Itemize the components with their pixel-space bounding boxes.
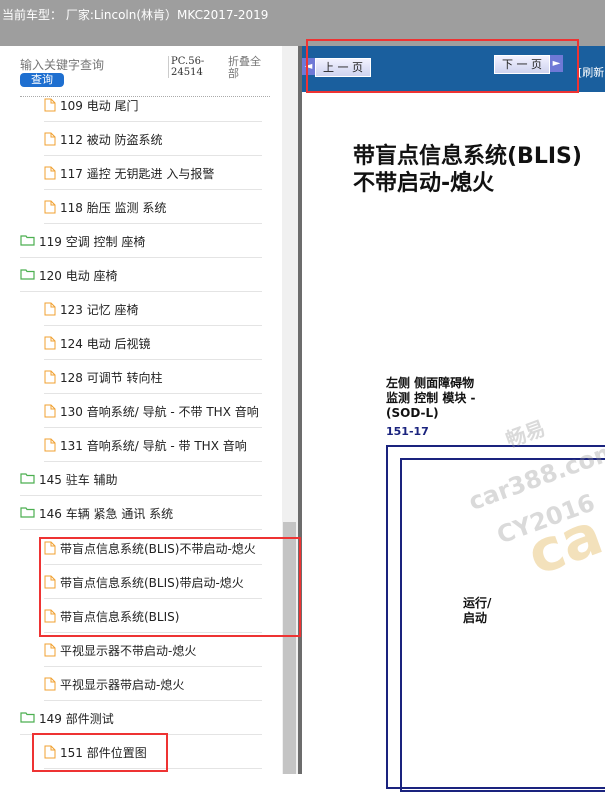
tree-item[interactable]: 118 胎压 监测 系统	[44, 190, 166, 224]
tree-item[interactable]: 112 被动 防盗系统	[44, 122, 163, 156]
tree-item-label: 109 电动 尾门	[60, 98, 139, 113]
tree-item[interactable]: 平视显示器带启动-熄火	[44, 667, 184, 701]
document-icon	[44, 404, 56, 418]
tree-item[interactable]: 149 部件测试	[20, 701, 114, 735]
highlight-box-location	[32, 733, 168, 772]
tree-item[interactable]: 119 空调 控制 座椅	[20, 224, 145, 258]
document-icon	[44, 200, 56, 214]
document-icon	[44, 336, 56, 350]
document-icon	[44, 132, 56, 146]
document-icon	[44, 370, 56, 384]
run-start-label-line2: 启动	[463, 611, 488, 625]
folder-icon	[20, 506, 35, 520]
tree-item-label: 117 遥控 无钥匙进 入与报警	[60, 166, 215, 181]
document-title-line2: 不带启动-熄火	[353, 171, 495, 196]
tree-item-label: 平视显示器不带启动-熄火	[60, 643, 197, 658]
document-icon	[44, 677, 56, 691]
document-icon	[44, 166, 56, 180]
tree-item[interactable]: 124 电动 后视镜	[44, 326, 151, 360]
module-label-line2: 监测 控制 模块 -	[386, 391, 476, 405]
tree-item-label: 145 驻车 辅助	[39, 472, 118, 487]
run-start-label: 运行/ 启动	[463, 596, 491, 626]
tree-item[interactable]: 平视显示器不带启动-熄火	[44, 633, 196, 667]
module-label-line1: 左侧 侧面障碍物	[386, 376, 475, 390]
tree-item-label: 149 部件测试	[39, 711, 114, 726]
tree-item-label: 118 胎压 监测 系统	[60, 200, 167, 215]
tree-item-label: 120 电动 座椅	[39, 268, 118, 283]
tree-item-label: 131 音响系统/ 导航 - 带 THX 音响	[60, 438, 247, 453]
document-icon	[44, 438, 56, 452]
search-input[interactable]	[20, 58, 160, 72]
tree-item-label: 124 电动 后视镜	[60, 336, 151, 351]
tree-item[interactable]: 117 遥控 无钥匙进 入与报警	[44, 156, 214, 190]
tree-item-label: 128 可调节 转向柱	[60, 370, 163, 385]
highlight-box-blis	[39, 537, 301, 637]
tree-item[interactable]: 120 电动 座椅	[20, 258, 118, 292]
document-title: 带盲点信息系统(BLIS) 不带启动-熄火	[353, 143, 582, 197]
document-title-line1: 带盲点信息系统(BLIS)	[353, 144, 582, 169]
document-icon	[44, 302, 56, 316]
module-label: 左侧 侧面障碍物 监测 控制 模块 - (SOD-L)	[386, 376, 476, 421]
search-button[interactable]: 查询	[20, 73, 64, 87]
folder-icon	[20, 268, 35, 282]
tree-item-label: 130 音响系统/ 导航 - 不带 THX 音响	[60, 404, 259, 419]
tree-item[interactable]: 109 电动 尾门	[44, 88, 139, 122]
refresh-link[interactable]: [刷新	[578, 64, 604, 80]
module-page-ref[interactable]: 151-17	[386, 425, 429, 438]
tree-separator	[20, 529, 262, 530]
tree-item-label: 119 空调 控制 座椅	[39, 234, 146, 249]
tree-item[interactable]: 145 驻车 辅助	[20, 462, 118, 496]
tree-item-label: 146 车辆 紧急 通讯 系统	[39, 506, 174, 521]
document-icon	[44, 643, 56, 657]
tree-item[interactable]: 128 可调节 转向柱	[44, 360, 163, 394]
tree-item-label: 123 记忆 座椅	[60, 302, 139, 317]
vehicle-title: 当前车型： 厂家:Lincoln(林肯）MKC2017-2019	[2, 8, 269, 22]
tree-item[interactable]: 131 音响系统/ 导航 - 带 THX 音响	[44, 428, 247, 462]
pc-code: PC.56-24514	[168, 56, 227, 78]
run-start-label-line1: 运行/	[463, 596, 492, 610]
collapse-all-link[interactable]: 折叠全部	[228, 56, 270, 80]
tree-item[interactable]: 146 车辆 紧急 通讯 系统	[20, 496, 173, 530]
folder-icon	[20, 234, 35, 248]
tree-item[interactable]: 123 记忆 座椅	[44, 292, 139, 326]
tree-item[interactable]: 130 音响系统/ 导航 - 不带 THX 音响	[44, 394, 259, 428]
tree-item-label: 112 被动 防盗系统	[60, 132, 163, 147]
highlight-box-toolbar	[306, 39, 579, 93]
tree-item-label: 平视显示器带启动-熄火	[60, 677, 185, 692]
document-icon	[44, 98, 56, 112]
folder-icon	[20, 472, 35, 486]
module-label-line3: (SOD-L)	[386, 406, 439, 420]
folder-icon	[20, 711, 35, 725]
